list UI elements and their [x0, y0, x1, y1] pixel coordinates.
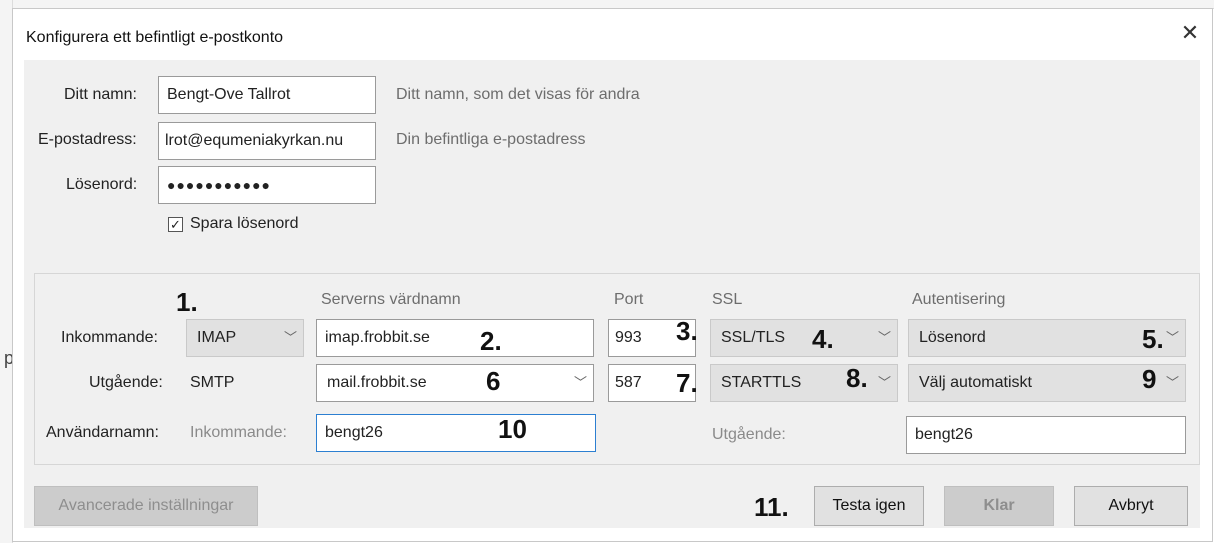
done-button[interactable]: Klar	[944, 486, 1054, 526]
name-label: Ditt namn:	[64, 86, 137, 103]
password-field[interactable]: ●●●●●●●●●●●	[158, 166, 376, 204]
port-header: Port	[614, 291, 644, 308]
cancel-button[interactable]: Avbryt	[1074, 486, 1188, 526]
username-incoming-label: Inkommande:	[190, 424, 287, 441]
hostname-header: Serverns värdnamn	[321, 291, 461, 308]
outgoing-hostname-combobox[interactable]: mail.frobbit.se ﹀	[316, 364, 594, 402]
name-field[interactable]: Bengt-Ove Tallrot	[158, 76, 376, 114]
incoming-protocol-value: IMAP	[197, 329, 237, 346]
auth-header: Autentisering	[912, 291, 1006, 308]
close-icon[interactable]: ✕	[1180, 22, 1200, 44]
incoming-ssl-select[interactable]: SSL/TLS ﹀	[710, 319, 898, 357]
chevron-down-icon: ﹀	[1165, 375, 1179, 390]
email-field[interactable]: lrot@equmeniakyrkan.nu	[158, 122, 376, 160]
outgoing-ssl-value: STARTTLS	[721, 374, 802, 391]
annotation-10: 10	[498, 414, 527, 444]
annotation-6: 6	[486, 366, 501, 396]
annotation-5: 5.	[1142, 324, 1164, 354]
outgoing-label: Utgående:	[89, 374, 163, 391]
chevron-down-icon: ﹀	[573, 375, 587, 390]
annotation-4: 4.	[812, 324, 834, 354]
chevron-down-icon: ﹀	[877, 375, 891, 390]
annotation-7: 7.	[676, 368, 698, 398]
email-label: E-postadress:	[38, 131, 137, 148]
outgoing-protocol: SMTP	[190, 374, 235, 391]
chevron-down-icon: ﹀	[1165, 330, 1179, 345]
advanced-settings-button[interactable]: Avancerade inställningar	[34, 486, 258, 526]
incoming-hostname-field[interactable]: imap.frobbit.se	[316, 319, 594, 357]
annotation-11: 11.	[754, 492, 789, 522]
username-outgoing-field[interactable]: bengt26	[906, 416, 1186, 454]
annotation-8: 8.	[846, 363, 868, 393]
annotation-2: 2.	[480, 326, 502, 356]
save-password-checkbox[interactable]: ✓	[168, 217, 183, 232]
outgoing-ssl-select[interactable]: STARTTLS ﹀	[710, 364, 898, 402]
incoming-auth-value: Lösenord	[919, 329, 986, 346]
outgoing-hostname-value: mail.frobbit.se	[327, 374, 427, 391]
incoming-protocol-select[interactable]: IMAP ﹀	[186, 319, 304, 357]
username-outgoing-label: Utgående:	[712, 426, 786, 443]
password-label: Lösenord:	[66, 176, 138, 193]
annotation-9: 9	[1142, 364, 1157, 394]
name-hint: Ditt namn, som det visas för andra	[396, 86, 640, 103]
chevron-down-icon: ﹀	[283, 330, 297, 345]
chevron-down-icon: ﹀	[877, 330, 891, 345]
annotation-3: 3.	[676, 316, 698, 346]
username-label: Användarnamn:	[46, 424, 159, 441]
dialog-title: Konfigurera ett befintligt e-postkonto	[26, 29, 284, 46]
username-incoming-field[interactable]: bengt26	[316, 414, 596, 452]
ssl-header: SSL	[712, 291, 743, 308]
incoming-ssl-value: SSL/TLS	[721, 329, 786, 346]
retest-button[interactable]: Testa igen	[814, 486, 924, 526]
save-password-label[interactable]: Spara lösenord	[190, 215, 299, 233]
email-hint: Din befintliga e-postadress	[396, 131, 586, 148]
outgoing-auth-value: Välj automatiskt	[919, 374, 1032, 391]
annotation-1: 1.	[176, 287, 198, 317]
incoming-label: Inkommande:	[61, 329, 158, 346]
